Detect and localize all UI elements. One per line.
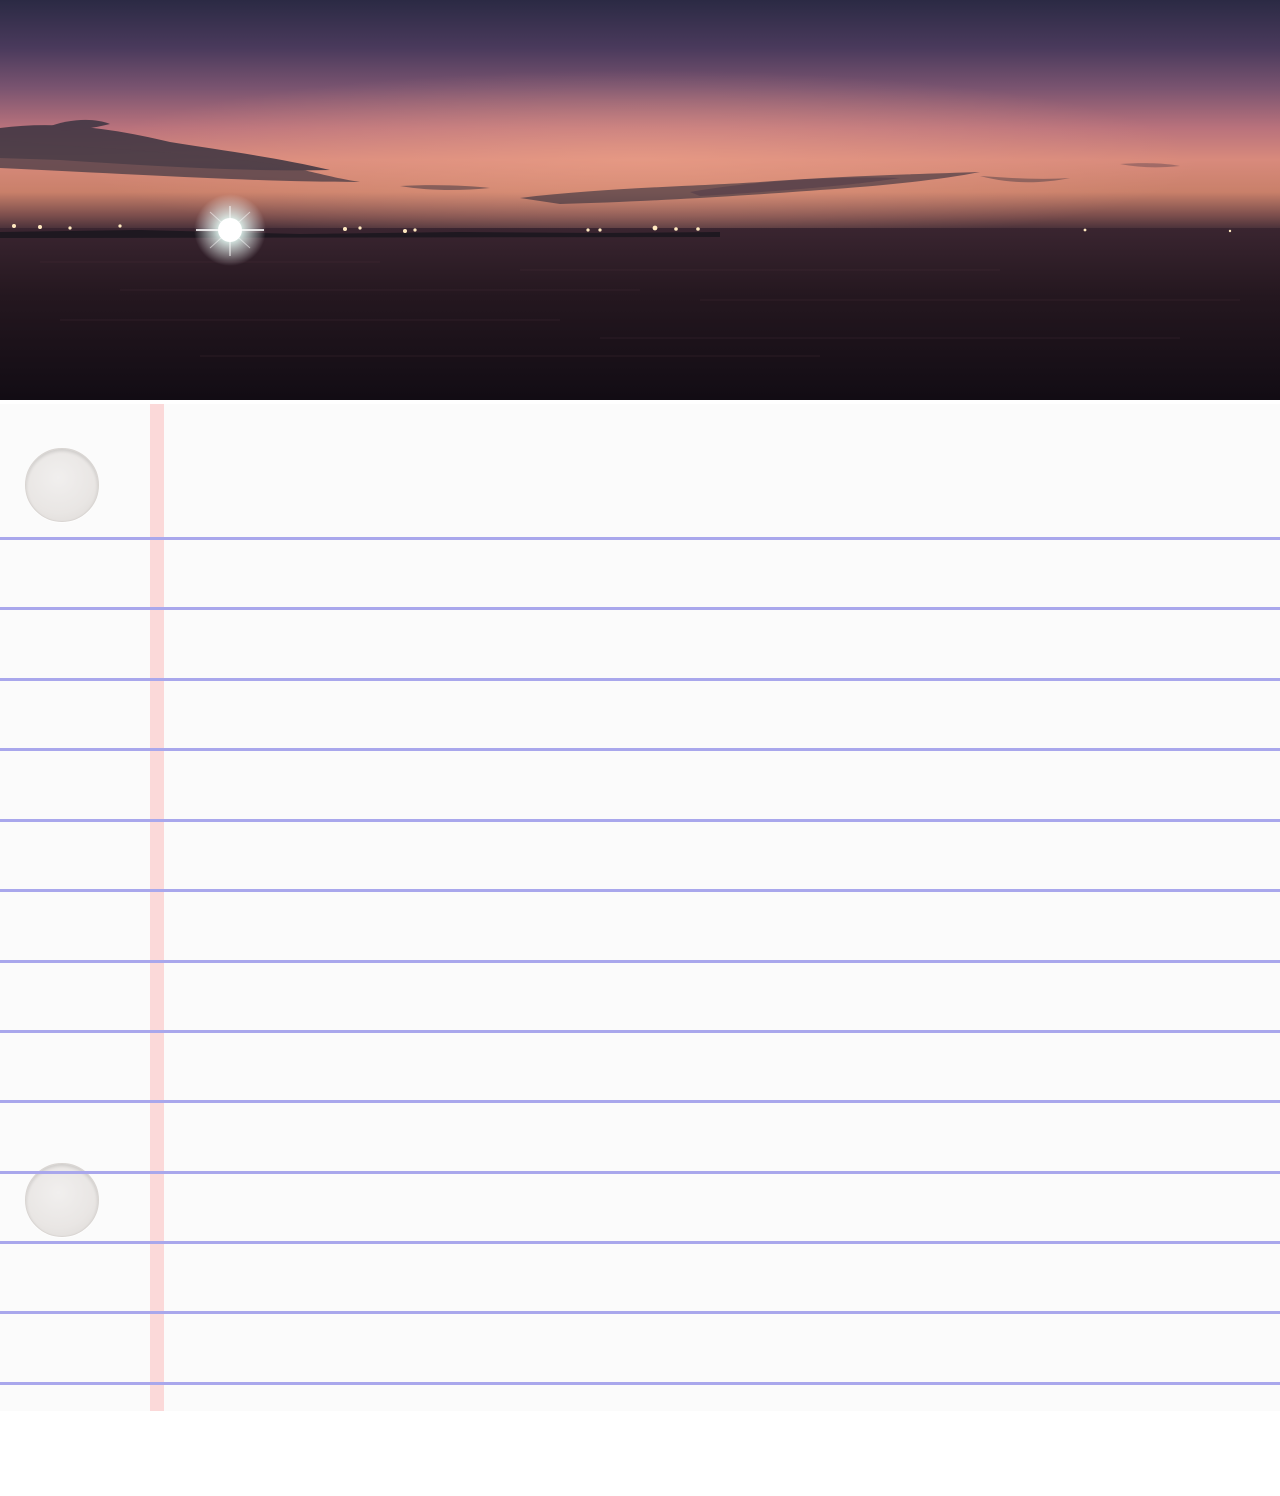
sunset-scene <box>0 70 1280 400</box>
ruled-line <box>0 1030 1280 1033</box>
sea <box>0 228 1280 400</box>
sun-flare <box>194 194 266 266</box>
ruled-line <box>0 1100 1280 1103</box>
page <box>0 0 1280 1496</box>
ruled-line <box>0 889 1280 892</box>
notebook-paper <box>0 404 1280 1411</box>
margin-line <box>150 404 164 1411</box>
ruled-line <box>0 960 1280 963</box>
ruled-line <box>0 678 1280 681</box>
ruled-line <box>0 537 1280 540</box>
hero-photo <box>0 0 1280 400</box>
punch-hole <box>25 1163 99 1237</box>
ruled-line <box>0 607 1280 610</box>
ruled-line <box>0 1382 1280 1385</box>
ruled-line <box>0 1241 1280 1244</box>
ruled-line <box>0 1311 1280 1314</box>
punch-hole <box>25 448 99 522</box>
ruled-line <box>0 819 1280 822</box>
ruled-line <box>0 1171 1280 1174</box>
ruled-line <box>0 748 1280 751</box>
